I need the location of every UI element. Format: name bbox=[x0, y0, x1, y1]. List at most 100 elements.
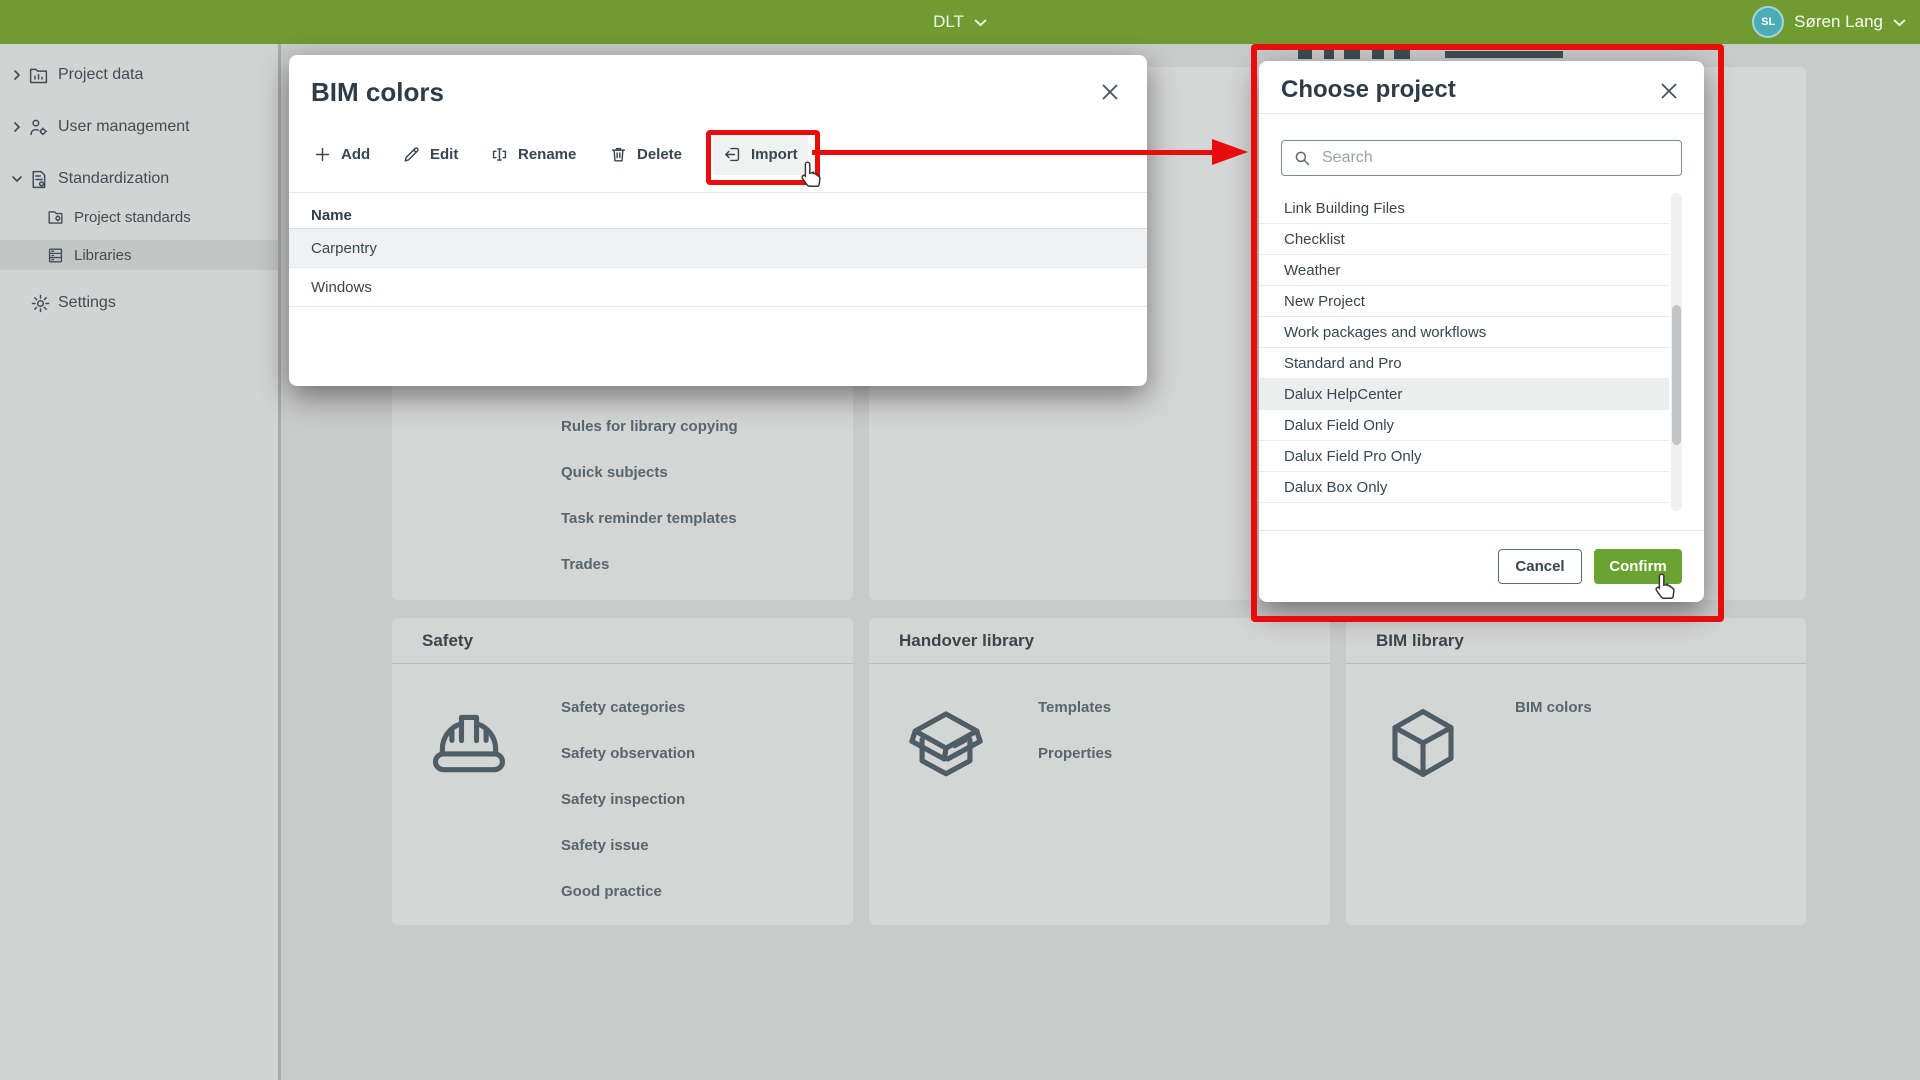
card-link[interactable]: Templates bbox=[1038, 699, 1111, 716]
card-link[interactable]: Trades bbox=[561, 556, 609, 573]
sidebar-item-settings[interactable]: Settings bbox=[0, 288, 278, 318]
scrollbar-track[interactable] bbox=[1671, 193, 1682, 511]
user-menu[interactable]: SL Søren Lang bbox=[1752, 0, 1906, 44]
chevron-down-icon bbox=[974, 18, 987, 27]
sidebar-item-label: Libraries bbox=[74, 247, 132, 264]
user-name: Søren Lang bbox=[1794, 12, 1883, 32]
sidebar-item-label: Project standards bbox=[74, 209, 191, 226]
sidebar-item-label: Project data bbox=[58, 66, 143, 84]
search-input[interactable] bbox=[1320, 148, 1681, 168]
trash-icon bbox=[609, 145, 628, 164]
add-button[interactable]: Add bbox=[303, 133, 380, 175]
covered-icon-fragment bbox=[1372, 50, 1384, 59]
project-list-item[interactable]: New Project bbox=[1259, 286, 1669, 317]
card-link[interactable]: Properties bbox=[1038, 745, 1112, 762]
rename-icon bbox=[490, 145, 509, 164]
card-bim-library: BIM library BIM colors bbox=[1346, 618, 1806, 925]
edit-button-label: Edit bbox=[430, 146, 458, 163]
card-link[interactable]: Safety observation bbox=[561, 745, 695, 762]
sidebar-item-project-data[interactable]: Project data bbox=[0, 60, 278, 90]
card-link[interactable]: Quick subjects bbox=[561, 464, 668, 481]
hand-cursor bbox=[798, 160, 825, 191]
delete-button-label: Delete bbox=[637, 146, 682, 163]
sidebar: Project data User management Standardiza… bbox=[0, 44, 281, 1080]
card-safety: Safety Safety categories Safety observat… bbox=[392, 618, 853, 925]
sidebar-item-project-standards[interactable]: Project standards bbox=[0, 202, 278, 232]
covered-icon-fragment bbox=[1324, 50, 1334, 59]
card-link[interactable]: Task reminder templates bbox=[561, 510, 737, 527]
open-box-icon bbox=[905, 702, 987, 784]
sidebar-item-label: Standardization bbox=[58, 170, 169, 188]
project-list-item[interactable]: Dalux Field Pro Only bbox=[1259, 441, 1669, 472]
card-handover-library: Handover library Templates Properties bbox=[869, 618, 1330, 925]
import-button[interactable]: Import bbox=[713, 133, 808, 175]
sidebar-item-standardization[interactable]: Standardization bbox=[0, 164, 278, 194]
user-management-icon bbox=[28, 117, 49, 138]
project-list-item[interactable]: Dalux Field Only bbox=[1259, 410, 1669, 441]
covered-icon-fragment bbox=[1394, 50, 1410, 59]
chevron-right-icon bbox=[11, 69, 23, 81]
chevron-down-icon bbox=[11, 173, 23, 185]
annotation-arrow-head bbox=[1212, 139, 1248, 165]
bim-colors-dialog: BIM colors Add Edit Rename Delete Import… bbox=[289, 55, 1147, 386]
project-selector-label: DLT bbox=[933, 12, 964, 32]
sidebar-item-label: User management bbox=[58, 118, 190, 136]
delete-button[interactable]: Delete bbox=[599, 133, 692, 175]
card-link[interactable]: BIM colors bbox=[1515, 699, 1592, 716]
choose-project-dialog: Choose project Link Building Files Check… bbox=[1259, 61, 1704, 602]
project-list-item[interactable]: Link Building Files bbox=[1259, 193, 1669, 224]
app-window: DLT SL Søren Lang Project data User mana… bbox=[0, 0, 1920, 1080]
project-data-icon bbox=[28, 65, 49, 86]
card-title: BIM library bbox=[1346, 618, 1806, 664]
avatar: SL bbox=[1752, 6, 1784, 38]
sidebar-item-libraries[interactable]: Libraries bbox=[0, 240, 278, 270]
card-title: Safety bbox=[392, 618, 853, 664]
gear-icon bbox=[30, 293, 51, 314]
top-bar: DLT SL Søren Lang bbox=[0, 0, 1920, 44]
project-list-item[interactable]: Checklist bbox=[1259, 224, 1669, 255]
chevron-right-icon bbox=[11, 121, 23, 133]
sidebar-item-user-management[interactable]: User management bbox=[0, 112, 278, 142]
project-list-item[interactable]: Standard and Pro bbox=[1259, 348, 1669, 379]
project-list-item[interactable]: Dalux Box Only bbox=[1259, 472, 1669, 503]
search-icon bbox=[1293, 149, 1311, 167]
cancel-button[interactable]: Cancel bbox=[1498, 549, 1582, 584]
dialog-title: BIM colors bbox=[311, 77, 444, 108]
edit-button[interactable]: Edit bbox=[392, 133, 468, 175]
card-link[interactable]: Good practice bbox=[561, 883, 662, 900]
import-icon bbox=[723, 145, 742, 164]
table-row[interactable]: Windows bbox=[289, 268, 1147, 307]
covered-icon-fragment bbox=[1298, 50, 1312, 59]
sidebar-item-label: Settings bbox=[58, 294, 116, 312]
import-button-label: Import bbox=[751, 146, 798, 163]
rename-button-label: Rename bbox=[518, 146, 576, 163]
close-icon[interactable] bbox=[1658, 80, 1680, 102]
project-list-item-selected[interactable]: Dalux HelpCenter bbox=[1259, 379, 1669, 410]
covered-text-fragment bbox=[1445, 51, 1563, 58]
close-icon[interactable] bbox=[1099, 81, 1121, 103]
search-box bbox=[1281, 140, 1682, 176]
card-link[interactable]: Safety issue bbox=[561, 837, 649, 854]
card-link[interactable]: Safety categories bbox=[561, 699, 685, 716]
table-header-name: Name bbox=[311, 207, 352, 224]
scrollbar-thumb[interactable] bbox=[1672, 305, 1681, 445]
card-title: Handover library bbox=[869, 618, 1330, 664]
annotation-arrow bbox=[812, 150, 1214, 155]
covered-icon-fragment bbox=[1344, 50, 1360, 59]
card-link[interactable]: Safety inspection bbox=[561, 791, 685, 808]
hard-hat-icon bbox=[428, 702, 510, 784]
project-list-item[interactable]: Work packages and workflows bbox=[1259, 317, 1669, 348]
project-selector[interactable]: DLT bbox=[0, 0, 1920, 44]
project-standards-icon bbox=[46, 208, 65, 227]
project-list-item[interactable]: Weather bbox=[1259, 255, 1669, 286]
dialog-title: Choose project bbox=[1281, 76, 1456, 104]
hand-cursor bbox=[1652, 572, 1679, 603]
libraries-icon bbox=[46, 246, 65, 265]
add-button-label: Add bbox=[341, 146, 370, 163]
cube-icon bbox=[1382, 702, 1464, 784]
plus-icon bbox=[313, 145, 332, 164]
card-link[interactable]: Rules for library copying bbox=[561, 418, 738, 435]
rename-button[interactable]: Rename bbox=[480, 133, 586, 175]
table-row[interactable]: Carpentry bbox=[289, 229, 1147, 268]
pencil-icon bbox=[402, 145, 421, 164]
